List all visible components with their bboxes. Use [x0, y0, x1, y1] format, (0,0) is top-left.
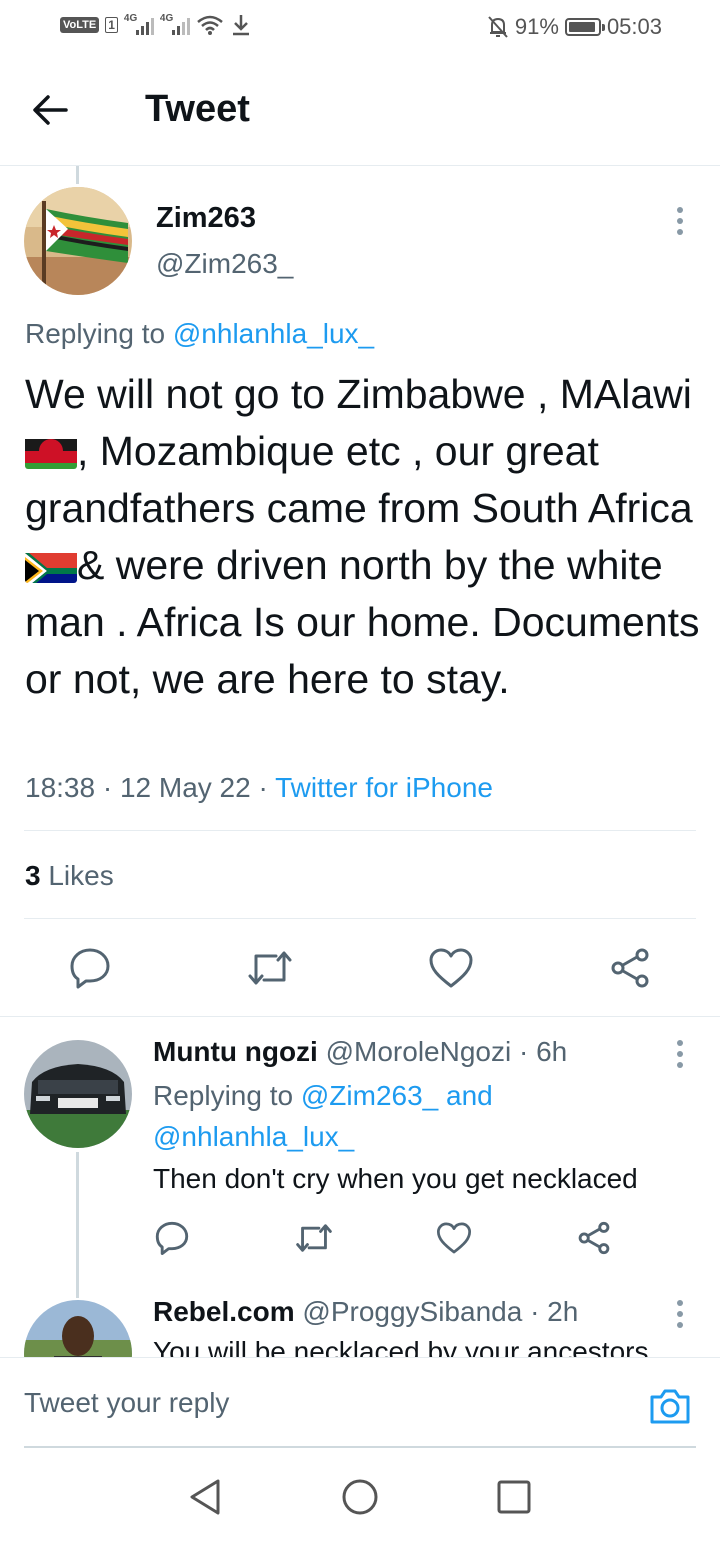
more-vertical-icon[interactable]: [668, 201, 692, 241]
source-link[interactable]: Twitter for iPhone: [275, 772, 493, 803]
nav-home-button[interactable]: [340, 1477, 380, 1517]
camera-icon: [650, 1389, 690, 1424]
reply-replying-to: Replying to @Zim263_ and @nhlanhla_lux_: [153, 1075, 653, 1157]
triangle-back-icon: [190, 1479, 220, 1515]
reply-author-name[interactable]: Muntu ngozi: [153, 1036, 318, 1067]
thread-line: [76, 166, 79, 184]
input-underline: [24, 1446, 696, 1448]
south-africa-flag-icon: [25, 547, 77, 583]
like-button[interactable]: [428, 946, 474, 995]
download-icon: [232, 15, 249, 36]
reply-author-name[interactable]: Rebel.com: [153, 1296, 295, 1327]
volte-badge: VoLTE: [60, 17, 100, 33]
nav-recents-button[interactable]: [494, 1477, 534, 1517]
signal-icon-2: 4G: [160, 13, 190, 35]
replying-prefix: Replying to: [153, 1080, 294, 1111]
divider: [24, 830, 696, 831]
share-button[interactable]: [608, 946, 652, 995]
likes-number: 3: [25, 860, 41, 891]
arrow-left-icon: [33, 95, 68, 125]
author-name[interactable]: Zim263: [156, 202, 256, 235]
divider: [0, 1016, 720, 1017]
replying-prefix: Replying to: [25, 318, 166, 349]
status-left: VoLTE 1 4G 4G: [60, 13, 252, 37]
replying-to-line: Replying to @nhlanhla_lux_: [25, 318, 374, 350]
tweet-text-part: & were driven north by the white man . A…: [25, 542, 700, 702]
malawi-flag-icon: [25, 433, 77, 469]
avatar[interactable]: [24, 187, 132, 295]
more-vertical-icon[interactable]: [668, 1034, 692, 1074]
wifi-icon: [197, 15, 223, 35]
thread-line: [76, 1152, 79, 1298]
heart-icon: [429, 948, 473, 988]
zimbabwe-flag-avatar-image: [24, 187, 132, 295]
status-bar: VoLTE 1 4G 4G 91% 05:03: [0, 0, 720, 54]
reply-avatar[interactable]: [24, 1040, 132, 1148]
reply-author-handle[interactable]: @MoroleNgozi · 6h: [326, 1036, 568, 1067]
tweet-text-part: , Mozambique etc , our great grandfather…: [25, 428, 693, 531]
reply-author-handle[interactable]: @ProggySibanda · 2h: [302, 1296, 578, 1327]
more-vertical-icon[interactable]: [668, 1294, 692, 1334]
signal-icon: 4G: [124, 13, 154, 35]
battery-icon: [564, 18, 605, 36]
share-icon: [611, 948, 649, 988]
page-title: Tweet: [145, 88, 250, 130]
share-button[interactable]: [576, 1220, 612, 1261]
reply-button[interactable]: [68, 946, 112, 995]
likes-count[interactable]: 3 Likes: [25, 860, 114, 892]
heart-icon: [436, 1222, 472, 1254]
tweet-text: We will not go to Zimbabwe , MAlawi , Mo…: [25, 366, 705, 708]
mute-bell-icon: [488, 16, 508, 38]
reply-input[interactable]: [24, 1358, 624, 1448]
sim-badge: 1: [105, 17, 118, 33]
circle-home-icon: [342, 1479, 378, 1515]
status-right: 91% 05:03: [487, 14, 662, 40]
reply-text: Then don't cry when you get necklaced: [153, 1163, 638, 1194]
replying-to-link[interactable]: @nhlanhla_lux_: [173, 318, 374, 349]
reply-button[interactable]: [154, 1220, 190, 1261]
divider: [24, 918, 696, 919]
retweet-icon: [296, 1224, 332, 1252]
like-button[interactable]: [436, 1220, 472, 1261]
reply-bubble-icon: [70, 948, 110, 989]
top-app-bar: Tweet: [0, 54, 720, 166]
tweet-meta: 18:38 · 12 May 22 · Twitter for iPhone: [25, 772, 493, 804]
retweet-icon: [248, 951, 292, 985]
system-nav-bar: [0, 1451, 720, 1541]
tweet-text-part: We will not go to Zimbabwe , MAlawi: [25, 371, 692, 417]
retweet-button[interactable]: [246, 946, 294, 995]
clock: 05:03: [606, 14, 662, 39]
reply-bubble-icon: [155, 1221, 189, 1255]
retweet-button[interactable]: [294, 1220, 334, 1261]
back-button[interactable]: [30, 88, 80, 132]
timestamp: 18:38 · 12 May 22 ·: [25, 772, 268, 803]
camera-button[interactable]: [648, 1386, 694, 1426]
reply-header: Rebel.com @ProggySibanda · 2h: [153, 1296, 578, 1328]
reply-composer: [0, 1357, 720, 1451]
share-icon: [578, 1221, 610, 1255]
battery-percent: 91%: [514, 14, 559, 39]
reply-header: Muntu ngozi @MoroleNgozi · 6h: [153, 1036, 567, 1068]
car-avatar-image: [24, 1040, 132, 1148]
likes-label: Likes: [48, 860, 114, 891]
author-handle[interactable]: @Zim263_: [156, 248, 293, 280]
square-recents-icon: [497, 1480, 531, 1514]
nav-back-button[interactable]: [186, 1477, 226, 1517]
